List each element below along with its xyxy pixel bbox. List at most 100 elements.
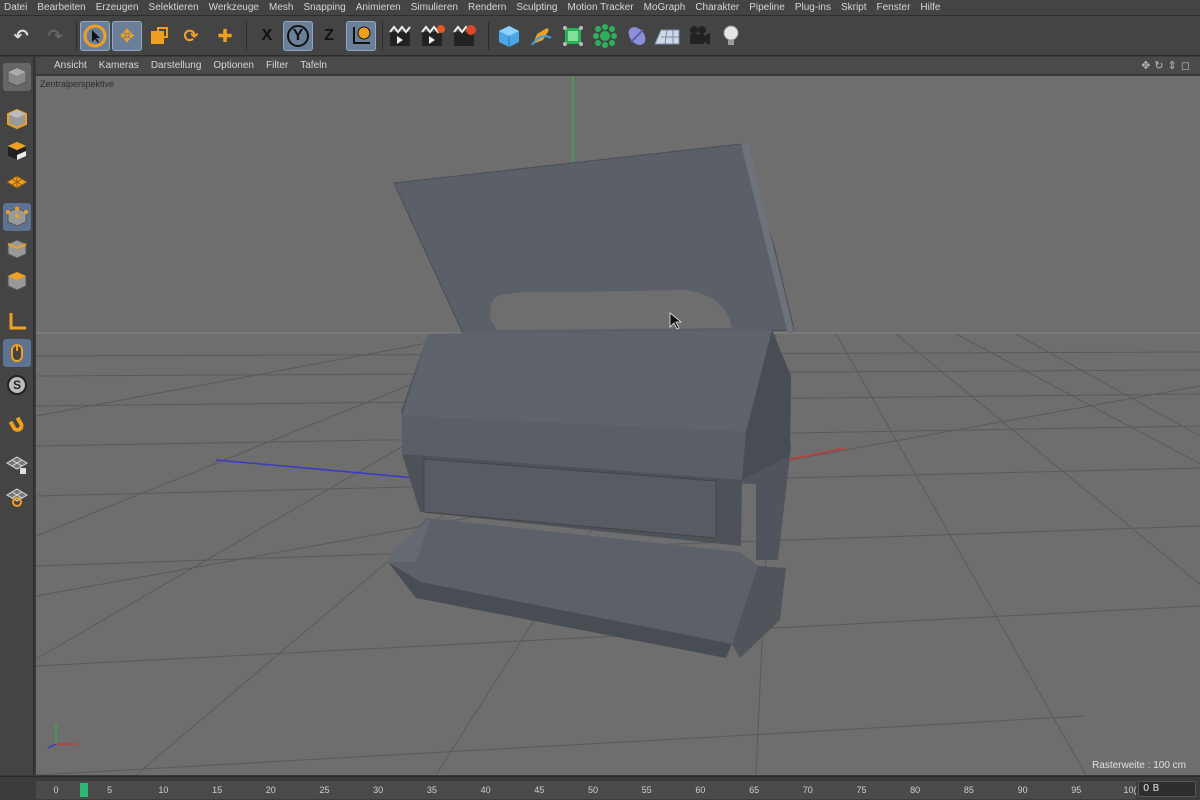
rotate-button[interactable]: ⟳ <box>176 21 206 51</box>
solo-icon: S <box>7 375 27 395</box>
timeline-ruler[interactable]: 0 5 10 15 20 25 30 35 40 45 50 55 60 65 70 75 80 85 90 95 10… <box>36 781 1137 799</box>
menu-item[interactable]: Skript <box>841 2 867 13</box>
coordinate-system-button[interactable] <box>346 21 376 51</box>
viewport-menu-item[interactable]: Darstellung <box>151 60 202 71</box>
menu-item[interactable]: Plug-ins <box>795 2 831 13</box>
render-view-icon <box>389 25 411 46</box>
z-axis-lock-button[interactable]: Z <box>314 21 344 51</box>
grid-spacing-label: Rasterweite : 100 cm <box>1092 760 1186 771</box>
undo-button[interactable]: ↶ <box>6 21 36 51</box>
3d-viewport[interactable]: Zentralperspektive Rasterweite : 100 cm <box>36 76 1200 775</box>
array-button[interactable] <box>590 21 620 51</box>
workplane-lock-button[interactable] <box>3 451 31 479</box>
make-editable-button[interactable] <box>3 63 31 91</box>
timeline-tick-label: 5 <box>107 785 113 795</box>
scale-button[interactable] <box>144 21 174 51</box>
workplane-button[interactable] <box>3 169 31 197</box>
snap-button[interactable] <box>3 411 31 439</box>
redo-button[interactable]: ↷ <box>40 21 70 51</box>
menu-item[interactable]: Animieren <box>356 2 401 13</box>
pen-icon <box>531 28 552 46</box>
model-lid[interactable] <box>393 142 795 341</box>
timeline-tick-label: 70 <box>802 785 813 795</box>
camera-icon <box>690 26 710 45</box>
light-button[interactable] <box>716 21 746 51</box>
timeline-tick-label: 45 <box>534 785 545 795</box>
edges-mode-button[interactable] <box>3 235 31 263</box>
pen-button[interactable] <box>526 21 556 51</box>
texture-mode-button[interactable] <box>3 137 31 165</box>
subdivision-button[interactable] <box>558 21 588 51</box>
viewport-scene[interactable] <box>36 76 1200 775</box>
playhead[interactable] <box>80 783 88 797</box>
frame-field[interactable]: 0 B <box>1138 781 1196 797</box>
move-icon: ✥ <box>119 25 135 47</box>
menu-item[interactable]: Werkzeuge <box>209 2 259 13</box>
menu-bar: Datei Bearbeiten Erzeugen Selektieren Werkze… <box>0 0 1200 16</box>
deformer-button[interactable] <box>622 21 652 51</box>
viewport-menu-item[interactable]: Ansicht <box>54 60 87 71</box>
recent-tool-icon: ✚ <box>217 25 233 47</box>
edit-render-settings-button[interactable] <box>450 21 480 51</box>
menu-item[interactable]: Rendern <box>468 2 506 13</box>
rotate-icon: ⟳ <box>183 25 199 47</box>
tweak-mode-button[interactable] <box>3 339 31 367</box>
edit-render-settings-icon <box>453 25 476 46</box>
timeline-tick-label: 85 <box>963 785 974 795</box>
axis-mode-button[interactable] <box>3 307 31 335</box>
menu-item[interactable]: Bearbeiten <box>37 2 85 13</box>
menu-item[interactable]: Charakter <box>695 2 739 13</box>
model-mode-button[interactable] <box>3 105 31 133</box>
viewport-camera-label: Zentralperspektive <box>40 79 115 89</box>
viewport-menu-item[interactable]: Filter <box>266 60 288 71</box>
menu-item[interactable]: MoGraph <box>644 2 686 13</box>
timeline-tick-label: 10 <box>158 785 169 795</box>
render-picture-viewer-button[interactable] <box>418 21 448 51</box>
edges-mode-icon <box>7 239 27 259</box>
viewport-menu-item[interactable]: Kameras <box>99 60 139 71</box>
toolbar-divider <box>246 22 247 50</box>
polygons-mode-button[interactable] <box>3 267 31 295</box>
locked-workplane-button[interactable] <box>3 483 31 511</box>
render-view-button[interactable] <box>386 21 416 51</box>
menu-item[interactable]: Erzeugen <box>96 2 139 13</box>
menu-item[interactable]: Fenster <box>877 2 911 13</box>
cube-button[interactable] <box>494 21 524 51</box>
menu-item[interactable]: Simulieren <box>411 2 458 13</box>
menu-item[interactable]: Sculpting <box>516 2 557 13</box>
recent-tool-button[interactable]: ✚ <box>210 21 240 51</box>
snap-icon <box>8 416 24 432</box>
viewport-menu-item[interactable]: Optionen <box>213 60 254 71</box>
menu-item[interactable]: Pipeline <box>749 2 785 13</box>
solo-button[interactable]: S <box>3 371 31 399</box>
timeline-tick-label: 80 <box>910 785 921 795</box>
y-axis-label: Y <box>287 25 309 47</box>
floor-button[interactable] <box>652 21 682 51</box>
axis-gizmo-icon <box>47 724 78 749</box>
menu-item[interactable]: Motion Tracker <box>567 2 633 13</box>
live-selection-icon <box>83 24 107 48</box>
subdivision-icon <box>563 26 583 46</box>
points-mode-button[interactable] <box>3 203 31 231</box>
camera-button[interactable] <box>684 21 714 51</box>
x-axis-label: X <box>261 27 273 44</box>
make-editable-icon <box>7 67 27 87</box>
viewport-navigation-icons[interactable]: ✥↻⇕◻ <box>1141 59 1194 72</box>
move-button[interactable]: ✥ <box>112 21 142 51</box>
menu-item[interactable]: Datei <box>4 2 27 13</box>
timeline-tick-label: 75 <box>856 785 867 795</box>
light-icon <box>723 25 739 45</box>
workplane-lock-icon <box>6 456 28 474</box>
locked-workplane-icon <box>6 488 28 507</box>
y-axis-lock-button[interactable]: Y <box>283 21 313 51</box>
array-icon <box>593 24 617 48</box>
timeline-tick-label: 0 <box>53 785 59 795</box>
menu-item[interactable]: Hilfe <box>920 2 940 13</box>
menu-item[interactable]: Selektieren <box>149 2 199 13</box>
viewport-menu-item[interactable]: Tafeln <box>300 60 327 71</box>
live-selection-button[interactable] <box>80 21 110 51</box>
menu-item[interactable]: Mesh <box>269 2 293 13</box>
menu-item[interactable]: Snapping <box>303 2 345 13</box>
timeline-tick-label: 40 <box>480 785 491 795</box>
x-axis-lock-button[interactable]: X <box>252 21 282 51</box>
